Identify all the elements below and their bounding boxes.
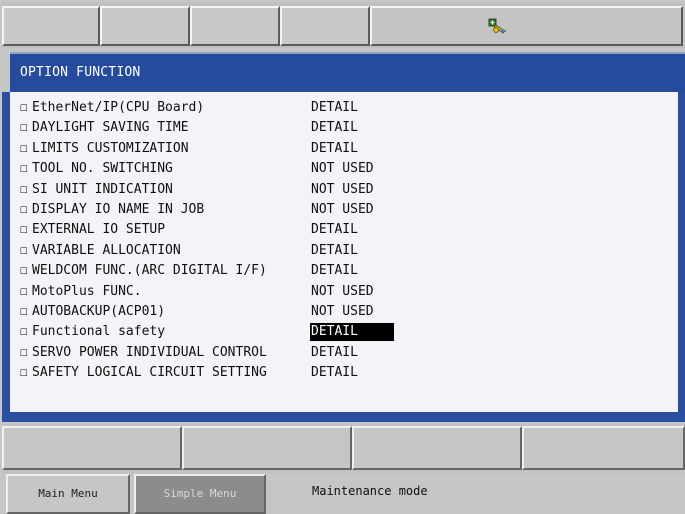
option-name: WELDCOM FUNC.(ARC DIGITAL I/F) — [32, 263, 267, 279]
key-edit-icon — [488, 18, 506, 34]
option-row[interactable]: ☐ VARIABLE ALLOCATION DETAIL — [20, 242, 660, 260]
option-name: SI UNIT INDICATION — [32, 181, 173, 197]
option-name: TOOL NO. SWITCHING — [32, 161, 173, 177]
option-row[interactable]: ☐ DAYLIGHT SAVING TIME DETAIL — [20, 119, 660, 137]
option-row[interactable]: ☐ SAFETY LOGICAL CIRCUIT SETTING DETAIL — [20, 364, 660, 382]
top-tab-bar — [2, 2, 683, 48]
option-name: DAYLIGHT SAVING TIME — [32, 120, 189, 136]
option-name: AUTOBACKUP(ACP01) — [32, 304, 166, 319]
option-row[interactable]: ☐ DISPLAY IO NAME IN JOB NOT USED — [20, 201, 660, 219]
checkbox-icon[interactable]: ☐ — [20, 99, 28, 117]
checkbox-icon[interactable]: ☐ — [20, 201, 28, 219]
option-name: EtherNet/IP(CPU Board) — [32, 100, 205, 115]
option-value[interactable]: DETAIL — [310, 323, 394, 342]
top-tab-1[interactable] — [2, 6, 100, 46]
option-row[interactable]: ☐ EtherNet/IP(CPU Board) DETAIL — [20, 99, 660, 117]
option-value[interactable]: NOT USED — [310, 160, 377, 178]
option-value[interactable]: DETAIL — [310, 221, 361, 239]
option-value[interactable]: NOT USED — [310, 181, 377, 199]
option-value[interactable]: NOT USED — [310, 303, 377, 321]
checkbox-icon[interactable]: ☐ — [20, 119, 28, 137]
function-key-3[interactable] — [352, 426, 522, 470]
option-name: MotoPlus FUNC. — [32, 283, 142, 299]
option-name: DISPLAY IO NAME IN JOB — [32, 202, 205, 217]
checkbox-icon[interactable]: ☐ — [20, 140, 28, 158]
checkbox-icon[interactable]: ☐ — [20, 364, 28, 382]
option-value[interactable]: DETAIL — [310, 344, 361, 362]
checkbox-icon[interactable]: ☐ — [20, 344, 28, 362]
option-value[interactable]: DETAIL — [310, 119, 361, 137]
option-name: SAFETY LOGICAL CIRCUIT SETTING — [32, 365, 267, 381]
option-row[interactable]: ☐ SERVO POWER INDIVIDUAL CONTROL DETAIL — [20, 344, 660, 362]
option-value[interactable]: DETAIL — [310, 242, 361, 260]
option-value[interactable]: DETAIL — [310, 99, 361, 117]
option-row[interactable]: ☐ EXTERNAL IO SETUP DETAIL — [20, 221, 660, 239]
main-menu-button[interactable]: Main Menu — [6, 474, 130, 514]
option-name: EXTERNAL IO SETUP — [32, 222, 166, 238]
status-bar: Main Menu Simple Menu Maintenance mode — [2, 474, 685, 514]
option-row[interactable]: ☐ MotoPlus FUNC. NOT USED — [20, 283, 660, 301]
content-frame-left — [2, 92, 10, 422]
content-frame-right — [678, 92, 685, 422]
function-key-4[interactable] — [522, 426, 685, 470]
option-value[interactable]: DETAIL — [310, 364, 361, 382]
page-title: OPTION FUNCTION — [20, 65, 141, 80]
option-row[interactable]: ☐ SI UNIT INDICATION NOT USED — [20, 181, 660, 199]
option-row[interactable]: ☐ TOOL NO. SWITCHING NOT USED — [20, 160, 660, 178]
option-name: LIMITS CUSTOMIZATION — [32, 140, 189, 156]
option-value[interactable]: NOT USED — [310, 283, 377, 301]
option-value[interactable]: DETAIL — [310, 262, 361, 280]
option-value[interactable]: DETAIL — [310, 140, 361, 158]
top-tab-3[interactable] — [190, 6, 280, 46]
checkbox-icon[interactable]: ☐ — [20, 303, 28, 321]
checkbox-icon[interactable]: ☐ — [20, 262, 28, 280]
top-tab-2[interactable] — [100, 6, 190, 46]
checkbox-icon[interactable]: ☐ — [20, 242, 28, 260]
option-name: VARIABLE ALLOCATION — [32, 242, 181, 258]
option-value[interactable]: NOT USED — [310, 201, 377, 219]
option-name: Functional safety — [32, 324, 166, 340]
option-row[interactable]: ☐ WELDCOM FUNC.(ARC DIGITAL I/F) DETAIL — [20, 262, 660, 280]
checkbox-icon[interactable]: ☐ — [20, 221, 28, 239]
checkbox-icon[interactable]: ☐ — [20, 181, 28, 199]
content-frame-bottom — [2, 412, 685, 422]
function-key-2[interactable] — [182, 426, 352, 470]
mode-status: Maintenance mode — [312, 484, 428, 498]
option-row[interactable]: ☐ LIMITS CUSTOMIZATION DETAIL — [20, 140, 660, 158]
option-name: SERVO POWER INDIVIDUAL CONTROL — [32, 344, 267, 360]
function-key-1[interactable] — [2, 426, 182, 470]
simple-menu-button[interactable]: Simple Menu — [134, 474, 266, 514]
top-tab-status[interactable] — [370, 6, 683, 46]
function-key-bar — [2, 424, 685, 474]
checkbox-icon[interactable]: ☐ — [20, 283, 28, 301]
option-list: ☐ EtherNet/IP(CPU Board) DETAIL ☐ DAYLIGHT S… — [10, 92, 678, 412]
option-row[interactable]: ☐ Functional safety DETAIL — [20, 323, 660, 342]
top-tab-4[interactable] — [280, 6, 370, 46]
checkbox-icon[interactable]: ☐ — [20, 323, 28, 341]
checkbox-icon[interactable]: ☐ — [20, 160, 28, 178]
title-bar: OPTION FUNCTION — [10, 52, 685, 94]
option-row[interactable]: ☐ AUTOBACKUP(ACP01) NOT USED — [20, 303, 660, 321]
pendant-screen: OPTION FUNCTION ☐ EtherNet/IP(CPU Board) D… — [0, 0, 685, 514]
